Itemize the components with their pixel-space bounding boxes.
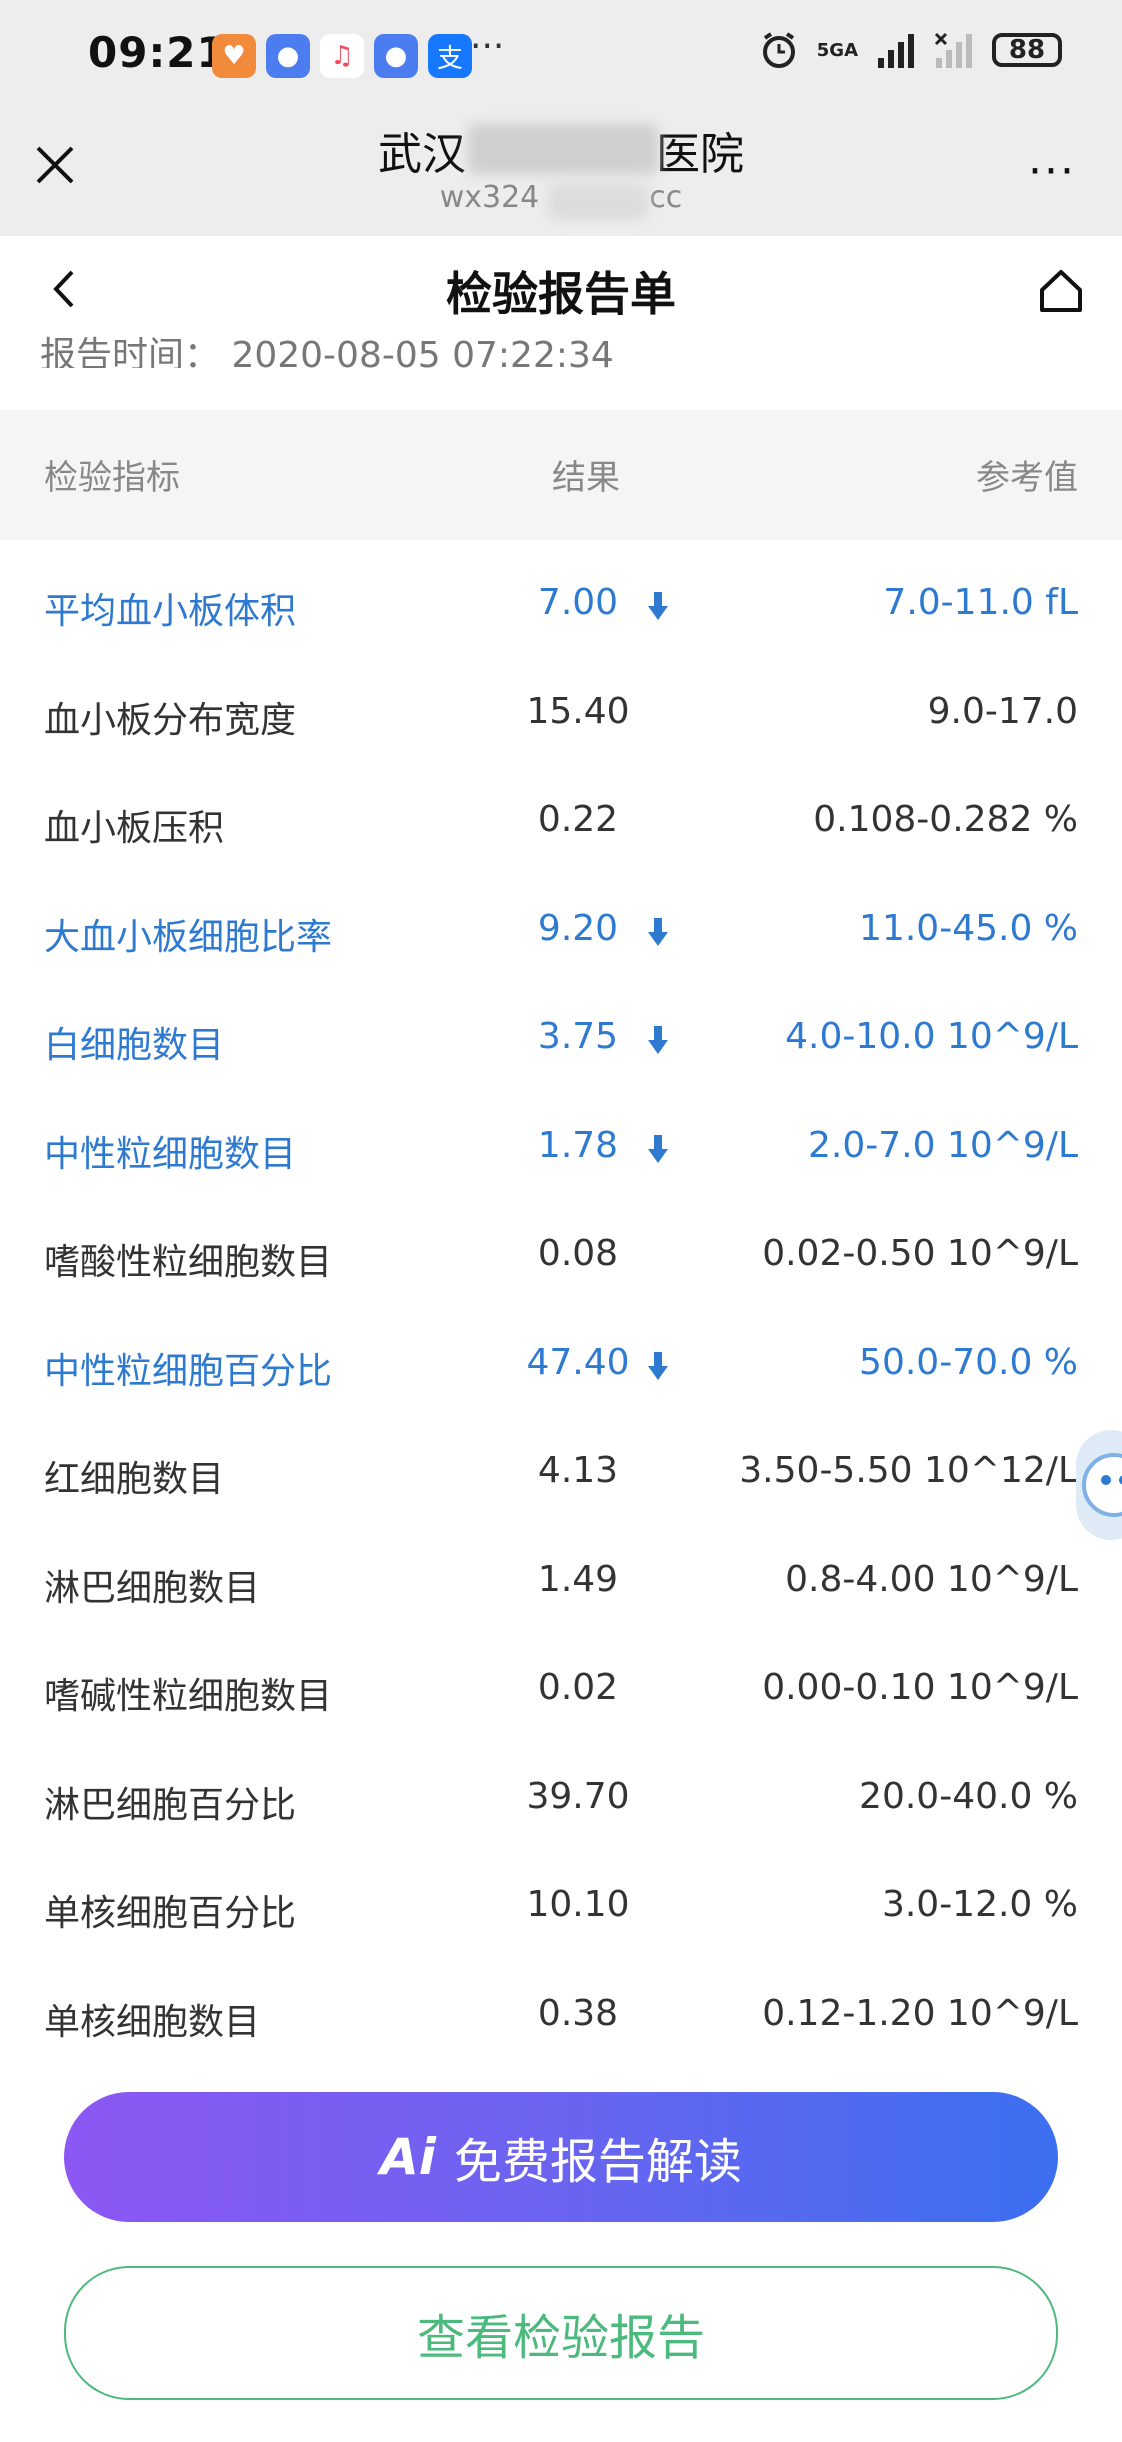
indicator-name: 嗜酸性粒细胞数目 [44, 1242, 333, 1283]
reference-range: 9.0-17.0 [927, 690, 1078, 732]
reference-range: 20.0-40.0 % [859, 1775, 1078, 1817]
table-row: 中性粒细胞数目 1.78 2.0-7.0 10^9/L [0, 1093, 1122, 1202]
music-icon: ♫ [320, 34, 364, 78]
indicator-name: 单核细胞数目 [44, 2001, 261, 2043]
result-value: 1.49 [537, 1558, 619, 1600]
table-row: 平均血小板体积 7.00 7.0-11.0 fL [0, 550, 1122, 659]
indicator-name: 白细胞数目 [44, 1025, 225, 1066]
reference-range: 7.0-11.0 fL [883, 582, 1078, 623]
table-row: 嗜酸性粒细胞数目 0.08 0.02-0.50 10^9/L [0, 1201, 1122, 1310]
result-value: 15.40 [526, 690, 630, 732]
result-value: 0.08 [537, 1233, 619, 1274]
miniprogram-title-bar: 武汉 医院 wx324 cc ··· [0, 110, 1122, 236]
result-value: 10.10 [526, 1884, 630, 1925]
alipay-icon: 支 [428, 34, 472, 78]
reference-range: 0.12-1.20 10^9/L [762, 1992, 1078, 2034]
result-value: 0.22 [537, 799, 619, 840]
assistant-mascot-icon[interactable] [1076, 1430, 1122, 1540]
status-time: 09:21 [88, 28, 227, 77]
ai-logo-icon: Ai [380, 2128, 436, 2186]
view-report-button[interactable]: 查看检验报告 [64, 2266, 1058, 2400]
more-notifications-icon: ··· [470, 26, 505, 67]
indicator-name: 淋巴细胞百分比 [44, 1784, 297, 1826]
reference-range: 0.00-0.10 10^9/L [762, 1667, 1078, 1708]
result-value: 0.02 [537, 1667, 619, 1708]
reference-range: 0.108-0.282 % [813, 799, 1078, 840]
reference-range: 0.8-4.00 10^9/L [785, 1558, 1078, 1600]
table-row: 淋巴细胞百分比 39.70 20.0-40.0 % [0, 1744, 1122, 1853]
table-row: 白细胞数目 3.75 4.0-10.0 10^9/L [0, 984, 1122, 1093]
table-row: 淋巴细胞数目 1.49 0.8-4.00 10^9/L [0, 1527, 1122, 1636]
table-row: 中性粒细胞百分比 47.40 50.0-70.0 % [0, 1310, 1122, 1419]
result-value: 4.13 [537, 1450, 619, 1491]
notification-icons: ♥ ● ♫ ● 支 [212, 34, 472, 78]
down-arrow-icon [648, 1351, 668, 1380]
indicator-name: 红细胞数目 [44, 1459, 225, 1500]
table-row: 嗜碱性粒细胞数目 0.02 0.00-0.10 10^9/L [0, 1635, 1122, 1744]
ai-button-label: 免费报告解读 [453, 2134, 742, 2190]
reference-range: 0.02-0.50 10^9/L [762, 1233, 1078, 1274]
indicator-name: 血小板压积 [44, 808, 225, 849]
reference-range: 3.50-5.50 10^12/L [739, 1450, 1078, 1491]
table-row: 血小板分布宽度 15.40 9.0-17.0 [0, 659, 1122, 768]
signal-icon [878, 34, 914, 68]
indicator-name: 中性粒细胞数目 [44, 1133, 297, 1175]
results-table: 平均血小板体积 7.00 7.0-11.0 fL 血小板分布宽度 15.40 9… [0, 550, 1122, 2069]
header-reference: 参考值 [976, 458, 1078, 498]
reference-range: 2.0-7.0 10^9/L [808, 1124, 1078, 1166]
indicator-name: 血小板分布宽度 [44, 699, 297, 741]
indicator-name: 平均血小板体积 [44, 591, 297, 632]
header-result: 结果 [552, 458, 620, 498]
ai-report-interpret-button[interactable]: Ai 免费报告解读 [64, 2092, 1058, 2222]
down-arrow-icon [648, 592, 668, 620]
down-arrow-icon [648, 1134, 668, 1163]
reference-range: 4.0-10.0 10^9/L [785, 1016, 1078, 1057]
down-arrow-icon [648, 917, 668, 946]
report-time-partial: 报告时间： 2020-08-05 07:22:34 [40, 335, 614, 368]
indicator-name: 中性粒细胞百分比 [44, 1350, 333, 1392]
heart-app-icon: ♥ [212, 34, 256, 78]
battery-indicator: 88 [992, 33, 1062, 67]
table-row: 单核细胞百分比 10.10 3.0-12.0 % [0, 1852, 1122, 1961]
more-options-button[interactable]: ··· [1028, 146, 1076, 197]
result-value: 0.38 [537, 1992, 619, 2034]
browser-icon: ● [374, 34, 418, 78]
reference-range: 50.0-70.0 % [859, 1341, 1078, 1383]
no-signal-icon [934, 32, 972, 68]
status-bar: 09:21 ♥ ● ♫ ● 支 ··· 5GA 88 [0, 0, 1122, 110]
table-row: 大血小板细胞比率 9.20 11.0-45.0 % [0, 876, 1122, 985]
reference-range: 11.0-45.0 % [859, 907, 1078, 949]
view-button-label: 查看检验报告 [416, 2310, 705, 2366]
indicator-name: 淋巴细胞数目 [44, 1567, 261, 1609]
reference-range: 3.0-12.0 % [881, 1884, 1078, 1925]
system-indicators: 5GA 88 [759, 30, 1062, 70]
indicator-name: 嗜碱性粒细胞数目 [44, 1676, 333, 1717]
page-title: 检验报告单 [446, 267, 676, 321]
table-row: 单核细胞数目 0.38 0.12-1.20 10^9/L [0, 1961, 1122, 2070]
network-type: 5GA [816, 39, 858, 61]
table-row: 血小板压积 0.22 0.108-0.282 % [0, 767, 1122, 876]
redacted-block [548, 184, 648, 220]
down-arrow-icon [648, 1026, 668, 1054]
robot-face-icon [1082, 1453, 1122, 1517]
alarm-icon [762, 32, 795, 68]
indicator-name: 大血小板细胞比率 [44, 916, 333, 958]
table-row: 红细胞数目 4.13 3.50-5.50 10^12/L [0, 1418, 1122, 1527]
redacted-block [468, 124, 658, 174]
result-value: 39.70 [526, 1775, 630, 1817]
browser-icon: ● [266, 34, 310, 78]
header-indicator: 检验指标 [44, 458, 180, 498]
home-icon[interactable] [1036, 266, 1086, 316]
indicator-name: 单核细胞百分比 [44, 1893, 297, 1934]
table-header: 检验指标 结果 参考值 [0, 410, 1122, 540]
